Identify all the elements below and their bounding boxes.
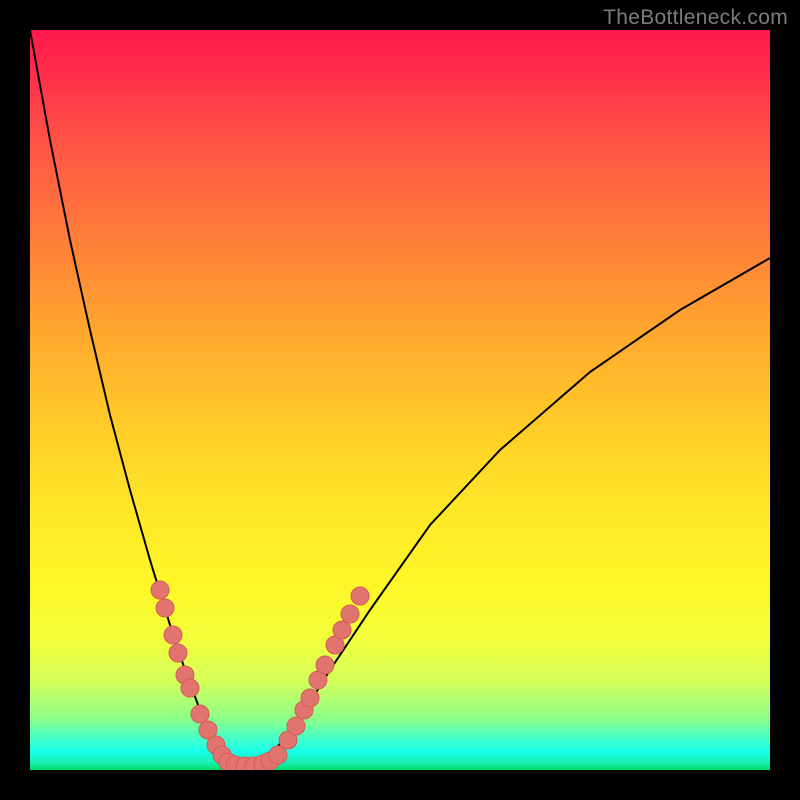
data-point — [164, 626, 182, 644]
data-point — [316, 656, 334, 674]
chart-frame: TheBottleneck.com — [0, 0, 800, 800]
data-point — [351, 587, 369, 605]
data-point — [341, 605, 359, 623]
data-point — [287, 717, 305, 735]
data-point — [151, 581, 169, 599]
data-point — [301, 689, 319, 707]
sample-dots — [30, 30, 770, 770]
watermark-text: TheBottleneck.com — [603, 6, 788, 30]
plot-area — [30, 30, 770, 770]
data-point — [181, 679, 199, 697]
data-point — [191, 705, 209, 723]
data-point — [333, 621, 351, 639]
data-point — [156, 599, 174, 617]
data-point — [169, 644, 187, 662]
